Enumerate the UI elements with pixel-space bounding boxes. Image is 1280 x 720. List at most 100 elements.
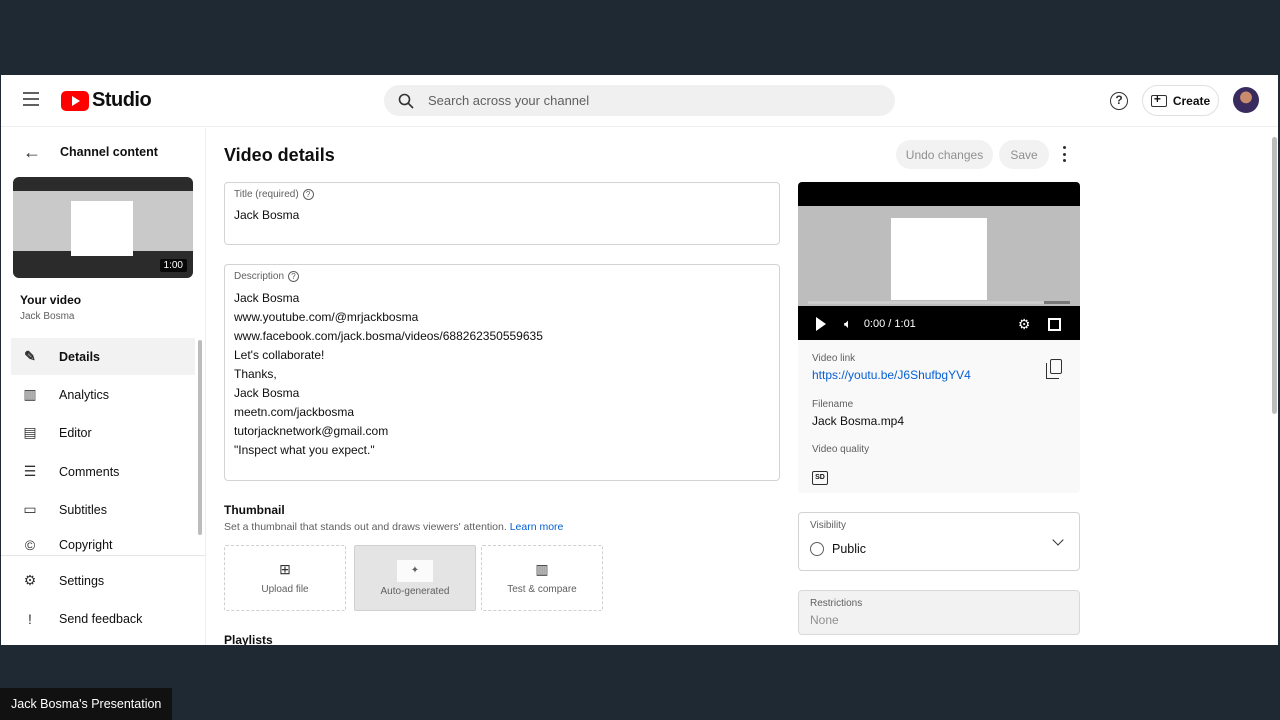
video-thumbnail[interactable]: 1:00 (13, 177, 193, 278)
play-icon[interactable] (816, 317, 826, 331)
feedback-icon: ! (28, 610, 32, 627)
sidebar-item-editor[interactable]: ▤ Editor (11, 414, 195, 451)
thumbnail-duration: 1:00 (159, 259, 187, 272)
analytics-icon: ▥ (535, 561, 549, 577)
subtitles-icon: ▭ (23, 501, 37, 517)
create-button[interactable]: Create (1142, 85, 1219, 116)
search-placeholder: Search across your channel (428, 93, 590, 108)
gear-icon[interactable]: ⚙ (1018, 316, 1031, 333)
comments-icon: ☰ (23, 463, 37, 479)
description-label-text: Description (234, 271, 285, 282)
create-label: Create (1172, 93, 1211, 108)
description-line: www.youtube.com/@mrjackbosma (234, 310, 419, 324)
globe-icon (810, 542, 824, 556)
sidebar-item-label: Copyright (59, 538, 113, 552)
player-time: 0:00 / 1:01 (863, 318, 916, 330)
description-line: Jack Bosma (234, 291, 300, 305)
description-line: "Inspect what you expect." (234, 443, 375, 457)
filename-label: Filename (812, 399, 854, 410)
player-controls: 🔈︎ 0:00 / 1:01 ⚙ (798, 312, 1080, 336)
search-input[interactable]: Search across your channel (384, 85, 895, 116)
video-link[interactable]: https://youtu.be/J6ShufbgYV4 (812, 368, 971, 382)
copy-icon[interactable] (1046, 359, 1062, 379)
sd-quality-icon: SD (812, 471, 828, 485)
thumbnail-document (71, 201, 133, 256)
learn-more-link[interactable]: Learn more (510, 521, 564, 533)
description-line: Jack Bosma (234, 386, 300, 400)
video-link-label: Video link (812, 353, 856, 364)
sidebar-item-label: Subtitles (59, 502, 107, 517)
description-line: www.facebook.com/jack.bosma/videos/68826… (234, 329, 543, 343)
title-value[interactable]: Jack Bosma (234, 208, 299, 222)
volume-icon[interactable]: 🔈︎ (844, 316, 852, 332)
sparkle-icon: ✦ (397, 559, 433, 582)
sidebar-item-send-feedback[interactable]: ! Send feedback (11, 600, 195, 637)
title-label-text: Title (required) (234, 189, 299, 200)
sidebar-item-subtitles[interactable]: ▭ Subtitles (11, 491, 195, 528)
sidebar-scrollbar[interactable] (198, 340, 202, 535)
chevron-down-icon (1052, 534, 1064, 546)
description-line: meetn.com/jackbosma (234, 405, 355, 419)
main-scrollbar[interactable] (1272, 137, 1277, 414)
video-frame-document (891, 218, 987, 300)
gear-icon: ⚙ (23, 572, 37, 588)
analytics-icon: ▥ (23, 386, 37, 402)
description-label: Description ? (234, 271, 300, 282)
editor-icon: ▤ (23, 424, 37, 440)
hamburger-menu-icon[interactable] (23, 92, 39, 106)
progress-bar[interactable] (808, 301, 1070, 304)
save-button[interactable]: Save (999, 140, 1049, 169)
thumbnail-subtitle: Set a thumbnail that stands out and draw… (224, 521, 563, 533)
sidebar-item-label: Editor (59, 425, 92, 440)
help-circle-icon[interactable]: ? (302, 189, 314, 200)
description-text[interactable]: Jack Bosma www.youtube.com/@mrjackbosma … (234, 289, 543, 460)
upload-image-icon: ⊞ (279, 561, 291, 577)
pencil-icon: ✎ (24, 348, 36, 364)
channel-name: Jack Bosma (20, 311, 75, 322)
progress-buffer (808, 301, 1044, 304)
back-arrow-icon: ← (23, 141, 41, 162)
video-info-panel: Video link https://youtu.be/J6ShufbgYV4 … (798, 340, 1080, 493)
sidebar-item-analytics[interactable]: ▥ Analytics (11, 376, 195, 413)
sidebar-item-label: Analytics (59, 387, 110, 402)
more-options-icon[interactable] (1060, 146, 1068, 162)
description-line: Thanks, (234, 367, 277, 381)
title-field[interactable]: Title (required) ? Jack Bosma (224, 182, 780, 245)
description-field[interactable]: Description ? Jack Bosma www.youtube.com… (224, 264, 780, 481)
playlists-heading: Playlists (224, 633, 273, 645)
back-to-channel-content[interactable]: ← Channel content (1, 138, 206, 166)
sidebar-item-settings[interactable]: ⚙ Settings (11, 562, 195, 599)
restrictions-field: Restrictions None (798, 590, 1080, 635)
sidebar-item-label: Settings (59, 573, 105, 588)
test-compare-button[interactable]: ▥ Test & compare (481, 545, 603, 611)
test-compare-label: Test & compare (507, 584, 577, 595)
upload-file-button[interactable]: ⊞ Upload file (224, 545, 346, 611)
visibility-value: Public (832, 542, 867, 556)
help-circle-icon[interactable]: ? (288, 271, 300, 282)
upload-file-label: Upload file (261, 584, 309, 595)
create-video-icon (1150, 92, 1167, 107)
sidebar-item-label: Send feedback (59, 611, 143, 626)
help-icon[interactable]: ? (1110, 92, 1128, 110)
visibility-label: Visibility (810, 520, 846, 531)
description-line: Let's collaborate! (234, 348, 325, 362)
restrictions-value: None (810, 613, 839, 627)
fullscreen-icon[interactable] (1048, 317, 1062, 331)
youtube-logo-icon (61, 90, 89, 111)
sidebar-item-comments[interactable]: ☰ Comments (11, 453, 195, 490)
sidebar: ← Channel content 1:00 Your video Jack B… (1, 128, 206, 645)
your-video-label: Your video (20, 293, 82, 307)
copyright-icon: © (24, 537, 36, 553)
search-icon (398, 93, 414, 109)
studio-logo[interactable]: Studio (61, 89, 152, 112)
undo-changes-button[interactable]: Undo changes (896, 140, 993, 169)
avatar[interactable] (1233, 87, 1259, 113)
video-player[interactable]: 🔈︎ 0:00 / 1:01 ⚙ (798, 182, 1080, 340)
sidebar-item-details[interactable]: ✎ Details (11, 338, 195, 375)
page-title: Video details (224, 145, 335, 165)
sidebar-item-label: Details (59, 349, 100, 364)
restrictions-label: Restrictions (810, 598, 863, 609)
sidebar-divider (1, 555, 205, 556)
auto-generated-thumbnail[interactable]: ✦ Auto-generated (354, 545, 476, 611)
visibility-dropdown[interactable]: Visibility Public (798, 512, 1080, 571)
